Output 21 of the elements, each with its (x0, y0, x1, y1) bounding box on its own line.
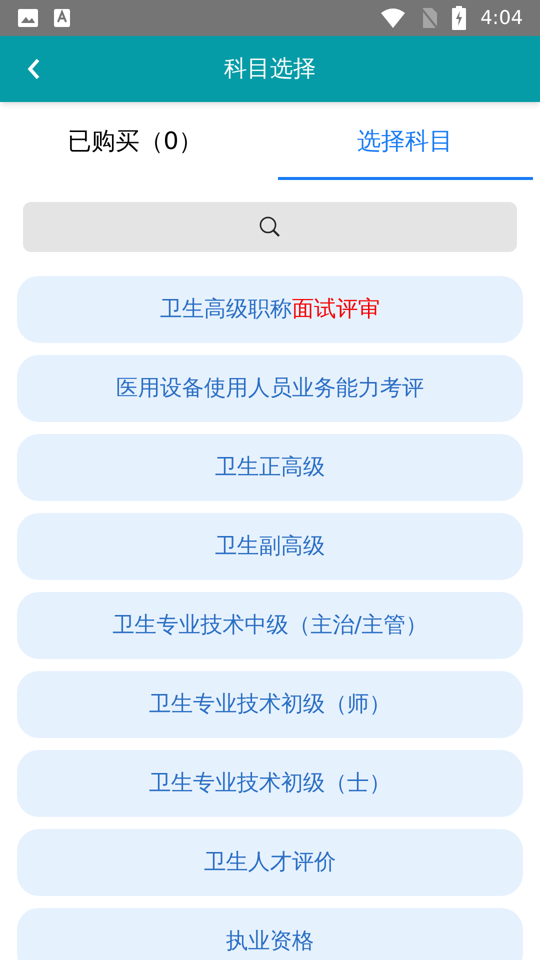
no-sim-icon (420, 7, 438, 29)
subject-button[interactable]: 执业资格 (17, 908, 523, 960)
tab[interactable]: 选择科目 (278, 104, 532, 180)
search-icon (258, 215, 282, 239)
image-icon (17, 8, 39, 28)
battery-charging-icon (452, 6, 466, 30)
wifi-icon (380, 8, 406, 28)
subject-button[interactable]: 卫生专业技术初级（师） (17, 671, 523, 738)
window-title: 科目选择 (224, 54, 316, 84)
chevron-left-icon (27, 57, 41, 81)
search-field[interactable] (23, 202, 517, 252)
subject-button[interactable]: 卫生副高级 (17, 513, 523, 580)
subject-button[interactable]: 卫生专业技术初级（士） (17, 750, 523, 817)
tab[interactable]: 已购买（0） (8, 104, 262, 180)
subject-button[interactable]: 卫生专业技术中级（主治/主管） (17, 592, 523, 659)
subject-button[interactable]: 卫生正高级 (17, 434, 523, 501)
subject-button[interactable]: 卫生高级职称面试评审 (17, 276, 523, 343)
font-icon (53, 8, 71, 28)
subject-button[interactable]: 卫生人才评价 (17, 829, 523, 896)
subject-button[interactable]: 医用设备使用人员业务能力考评 (17, 355, 523, 422)
status-time: 4:04 (480, 6, 523, 31)
